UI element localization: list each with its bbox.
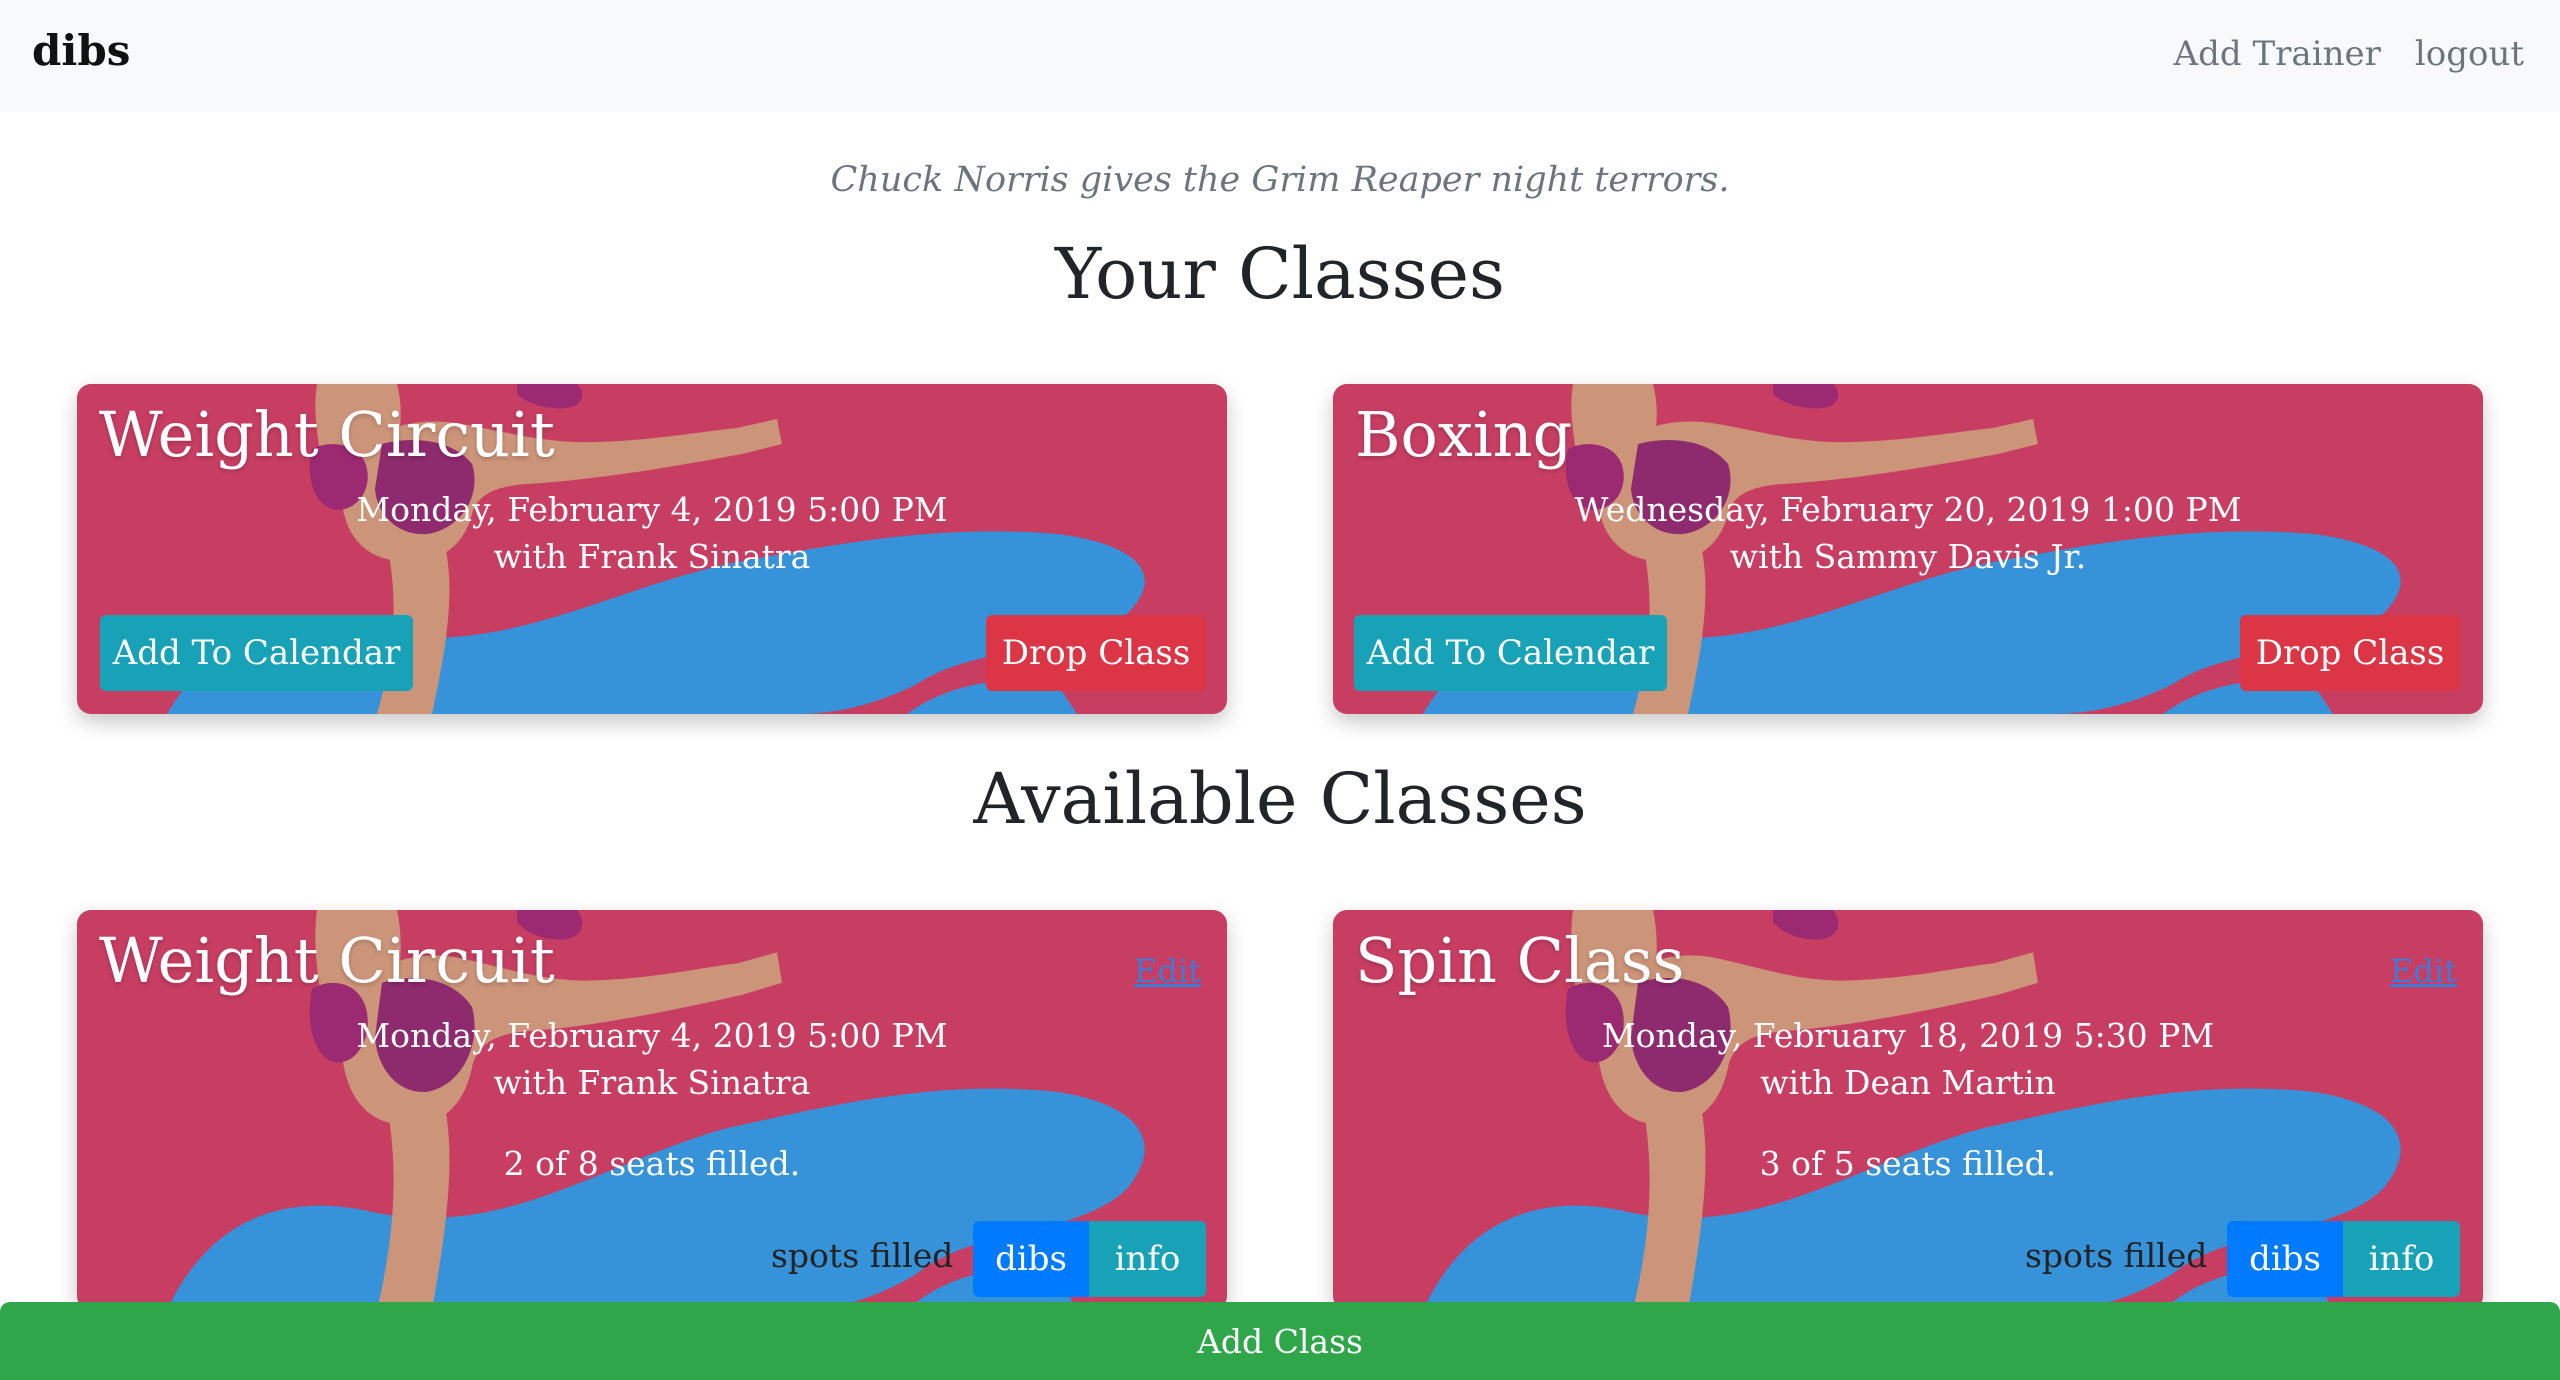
edit-link[interactable]: Edit [2390, 952, 2457, 990]
class-title: Boxing [1355, 398, 1573, 471]
drop-class-button[interactable]: Drop Class [986, 615, 1206, 691]
seats-filled-text: 3 of 5 seats filled. [1759, 1144, 2057, 1183]
add-class-button[interactable]: Add Class [0, 1302, 2560, 1380]
dibs-button[interactable]: dibs [2227, 1221, 2343, 1297]
your-class-card: Boxing Wednesday, February 20, 2019 1:00… [1333, 384, 2483, 714]
quote-text: Chuck Norris gives the Grim Reaper night… [830, 160, 1730, 200]
nav-links: Add Trainer logout [2174, 34, 2524, 74]
class-datetime: Monday, February 4, 2019 5:00 PM [356, 1016, 948, 1055]
spots-filled-label: spots filled [771, 1236, 954, 1275]
class-datetime: Monday, February 4, 2019 5:00 PM [356, 490, 948, 529]
class-title: Weight Circuit [99, 924, 555, 997]
class-datetime: Wednesday, February 20, 2019 1:00 PM [1574, 490, 2242, 529]
available-class-card: Spin Class Edit Monday, February 18, 201… [1333, 910, 2483, 1310]
navbar: dibs Add Trainer logout [0, 0, 2560, 112]
brand-logo[interactable]: dibs [32, 26, 130, 75]
spots-filled-label: spots filled [2025, 1236, 2208, 1275]
available-class-card: Weight Circuit Edit Monday, February 4, … [77, 910, 1227, 1310]
class-title: Spin Class [1355, 924, 1685, 997]
class-datetime: Monday, February 18, 2019 5:30 PM [1601, 1016, 2215, 1055]
seats-filled-text: 2 of 8 seats filled. [503, 1144, 801, 1183]
class-trainer: with Sammy Davis Jr. [1729, 537, 2087, 576]
add-to-calendar-button[interactable]: Add To Calendar [100, 615, 413, 691]
info-button[interactable]: info [1089, 1221, 1206, 1297]
edit-link[interactable]: Edit [1134, 952, 1201, 990]
your-class-card: Weight Circuit Monday, February 4, 2019 … [77, 384, 1227, 714]
your-classes-heading: Your Classes [1055, 233, 1505, 315]
add-trainer-link[interactable]: Add Trainer [2174, 34, 2381, 74]
class-trainer: with Frank Sinatra [493, 537, 811, 576]
class-trainer: with Frank Sinatra [493, 1063, 811, 1102]
available-classes-heading: Available Classes [973, 758, 1587, 840]
dibs-button[interactable]: dibs [973, 1221, 1089, 1297]
class-title: Weight Circuit [99, 398, 555, 471]
logout-link[interactable]: logout [2415, 34, 2524, 74]
add-to-calendar-button[interactable]: Add To Calendar [1354, 615, 1667, 691]
class-trainer: with Dean Martin [1760, 1063, 2056, 1102]
info-button[interactable]: info [2343, 1221, 2460, 1297]
drop-class-button[interactable]: Drop Class [2240, 615, 2460, 691]
